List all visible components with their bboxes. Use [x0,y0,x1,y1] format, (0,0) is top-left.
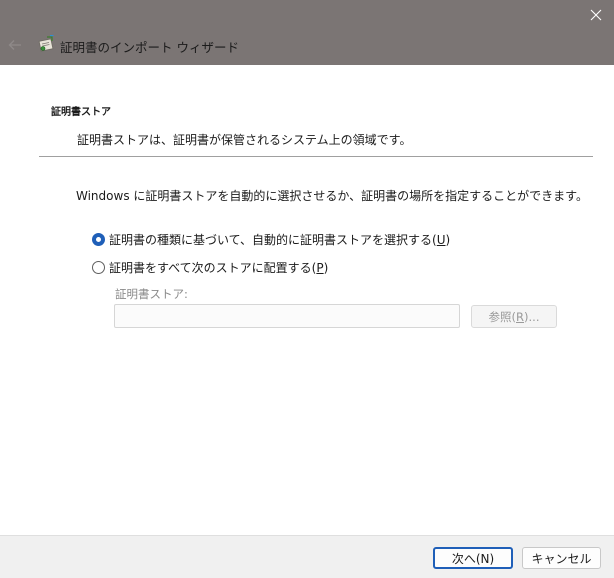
certificate-import-wizard-window: 証明書のインポート ウィザード 証明書ストア 証明書ストアは、証明書が保管される… [0,0,614,578]
radio-place-in-store[interactable]: 証明書をすべて次のストアに配置する(P) [92,259,328,276]
next-button[interactable]: 次へ(N) [433,547,513,569]
radio-place-in-store-label[interactable]: 証明書をすべて次のストアに配置する(P) [109,259,328,276]
certificate-store-label: 証明書ストア: [115,287,188,301]
radio-auto-select-store[interactable]: 証明書の種類に基づいて、自動的に証明書ストアを選択する(U) [92,231,450,248]
radio-button-unchecked[interactable] [92,261,105,274]
wizard-header: 証明書のインポート ウィザード [0,0,614,65]
section-title: 証明書ストア [51,107,111,118]
wizard-title: 証明書のインポート ウィザード [60,40,239,55]
browse-button: 参照(R)... [471,305,557,328]
section-description: 証明書ストアは、証明書が保管されるシステム上の領域です。 [77,133,412,147]
close-button[interactable] [578,0,614,30]
cancel-button[interactable]: キャンセル [522,547,601,569]
instruction-text: Windows に証明書ストアを自動的に選択させるか、証明書の場所を指定すること… [76,189,588,203]
close-icon [590,9,602,21]
radio-auto-select-label[interactable]: 証明書の種類に基づいて、自動的に証明書ストアを選択する(U) [109,231,450,248]
certificate-wizard-icon [38,35,54,52]
wizard-footer: 次へ(N) キャンセル [0,535,614,578]
header-divider [39,156,593,157]
back-arrow-icon [8,40,21,50]
back-button[interactable] [6,36,24,54]
radio-button-checked[interactable] [92,233,105,246]
certificate-store-field [114,304,460,328]
